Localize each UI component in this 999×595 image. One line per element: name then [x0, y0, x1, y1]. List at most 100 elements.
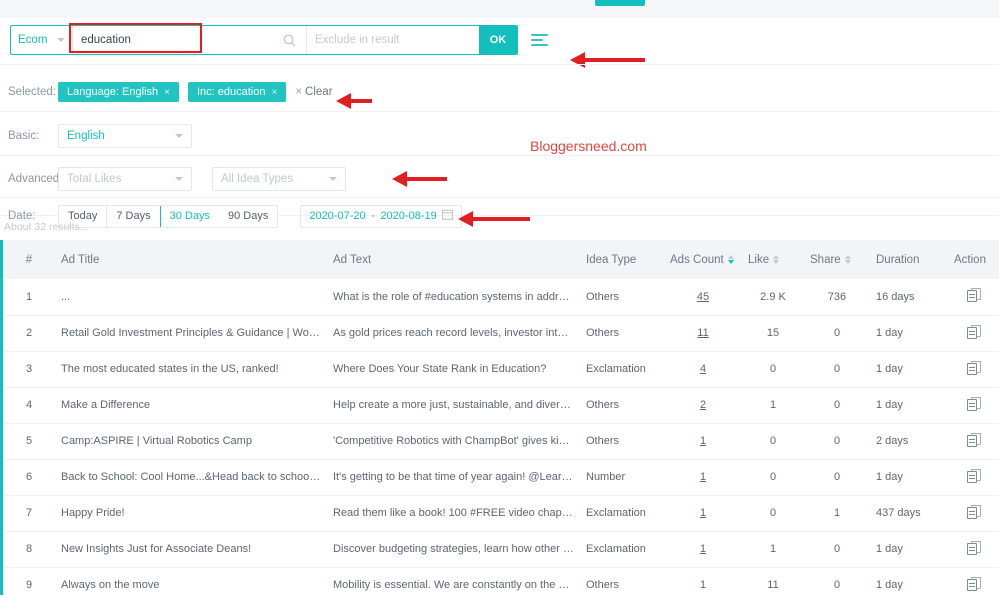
table-row[interactable]: 1... What is the role of #education syste… [3, 279, 999, 316]
search-icon[interactable] [273, 26, 307, 54]
ad-title[interactable]: Retail Gold Investment Principles & Guid… [55, 315, 327, 352]
ad-title[interactable]: Happy Pride! [55, 495, 327, 532]
clear-filters-button[interactable]: × Clear [295, 86, 332, 98]
duration: 2 days [870, 423, 948, 460]
ad-title[interactable]: Always on the move [55, 567, 327, 595]
ads-count[interactable]: 4 [664, 351, 742, 388]
ads-count[interactable]: 45 [664, 279, 742, 316]
table-row[interactable]: 6 Back to School: Cool Home...&Head back … [3, 459, 999, 496]
copy-icon[interactable] [966, 288, 981, 303]
keyword-input-wrap [69, 23, 273, 54]
duration: 1 day [870, 351, 948, 388]
exclude-input[interactable] [307, 27, 479, 53]
list-view-icon[interactable] [531, 30, 551, 50]
like-count: 11 [742, 567, 804, 595]
like-count: 0 [742, 459, 804, 496]
advanced-row: Advanced: Total Likes All Idea Types [0, 161, 999, 197]
ad-title[interactable]: Make a Difference [55, 387, 327, 424]
ad-title[interactable]: ... [55, 279, 327, 316]
ecom-type-select[interactable]: Ecom [11, 26, 73, 54]
table-row[interactable]: 9 Always on the move Mobility is essential… [3, 567, 999, 595]
filter-tag-language[interactable]: Language: English × [58, 82, 179, 102]
date-range-picker[interactable]: 2020-07-20 - 2020-08-19 [300, 204, 463, 228]
ads-count[interactable]: 2 [664, 387, 742, 424]
search-input[interactable] [73, 27, 273, 53]
col-header-ads-count[interactable]: Ads Count [664, 240, 742, 279]
date-preset-7days[interactable]: 7 Days [107, 205, 161, 227]
ads-count[interactable]: 1 [664, 531, 742, 568]
ads-count[interactable]: 1 [664, 459, 742, 496]
table-row[interactable]: 2 Retail Gold Investment Principles & Gui… [3, 315, 999, 352]
copy-icon[interactable] [966, 576, 981, 591]
row-number: 3 [3, 351, 55, 388]
ads-count[interactable]: 1 [664, 495, 742, 532]
language-select[interactable]: English [58, 123, 192, 148]
ad-title[interactable]: The most educated states in the US, rank… [55, 351, 327, 388]
filter-tag-include[interactable]: Inc: education × [187, 82, 287, 102]
close-icon[interactable]: × [164, 87, 170, 98]
sort-icon-like[interactable] [773, 254, 780, 264]
col-header-num: # [3, 240, 55, 279]
table-row[interactable]: 5 Camp:ASPIRE | Virtual Robotics Camp 'Com… [3, 423, 999, 460]
like-count: 0 [742, 423, 804, 460]
copy-icon[interactable] [966, 396, 981, 411]
ads-count-value[interactable]: 2 [700, 399, 706, 411]
copy-icon[interactable] [966, 360, 981, 375]
action-cell [948, 387, 999, 424]
table-row[interactable]: 3 The most educated states in the US, ran… [3, 351, 999, 388]
ads-count[interactable]: 1 [664, 423, 742, 460]
idea-type: Others [580, 315, 664, 352]
results-table: # Ad Title Ad Text Idea Type Ads Count L… [3, 240, 999, 595]
ads-count-value[interactable]: 1 [700, 543, 706, 555]
table-body: 1... What is the role of #education syste… [3, 279, 999, 595]
ad-title[interactable]: Camp:ASPIRE | Virtual Robotics Camp [55, 423, 327, 460]
ad-title[interactable]: Back to School: Cool Home...&Head back t… [55, 459, 327, 496]
close-icon[interactable]: × [271, 87, 277, 98]
col-header-idea-type: Idea Type [580, 240, 664, 279]
ads-count-value[interactable]: 45 [697, 291, 709, 303]
ads-count[interactable]: 11 [664, 315, 742, 352]
divider-3 [0, 155, 999, 156]
ads-count[interactable]: 1 [664, 567, 742, 595]
sort-icon-share[interactable] [844, 254, 851, 264]
table-row[interactable]: 4 Make a Difference Help create a more jus… [3, 387, 999, 424]
ad-text: Mobility is essential. We are constantly… [327, 567, 580, 595]
date-row: Date: Today 7 Days 30 Days 90 Days 2020-… [0, 200, 999, 232]
table-row[interactable]: 7 Happy Pride! Read them like a book! 100 … [3, 495, 999, 532]
ads-count-value[interactable]: 11 [697, 327, 708, 339]
share-count: 1 [804, 495, 870, 532]
date-range-end: 2020-08-19 [380, 210, 437, 222]
ad-title[interactable]: New Insights Just for Associate Deans! [55, 531, 327, 568]
col-header-like[interactable]: Like [742, 240, 804, 279]
ok-button[interactable]: OK [479, 26, 517, 54]
like-count: 2.9 K [742, 279, 804, 316]
copy-icon[interactable] [966, 504, 981, 519]
advanced-label: Advanced: [8, 173, 63, 185]
sort-metric-value: Total Likes [67, 173, 122, 185]
idea-type-select[interactable]: All Idea Types [212, 167, 346, 191]
ads-count-value[interactable]: 1 [700, 435, 706, 447]
row-number: 4 [3, 387, 55, 424]
copy-icon[interactable] [966, 432, 981, 447]
copy-icon[interactable] [966, 324, 981, 339]
duration: 1 day [870, 531, 948, 568]
ads-count-value[interactable]: 4 [700, 363, 706, 375]
like-count: 0 [742, 351, 804, 388]
ads-count-value[interactable]: 1 [700, 507, 706, 519]
action-cell [948, 567, 999, 595]
language-select-value: English [67, 129, 105, 142]
duration: 1 day [870, 567, 948, 595]
copy-icon[interactable] [966, 540, 981, 555]
duration: 1 day [870, 315, 948, 352]
copy-icon[interactable] [966, 468, 981, 483]
sort-metric-select[interactable]: Total Likes [58, 167, 192, 191]
filter-tag-language-text: Language: English [67, 86, 159, 98]
col-header-like-label: Like [748, 253, 770, 266]
ads-count-value[interactable]: 1 [700, 471, 706, 483]
date-preset-90days[interactable]: 90 Days [218, 205, 278, 227]
idea-type: Others [580, 567, 664, 595]
col-header-share[interactable]: Share [804, 240, 870, 279]
date-preset-30days[interactable]: 30 Days [159, 205, 220, 227]
table-row[interactable]: 8 New Insights Just for Associate Deans! D… [3, 531, 999, 568]
sort-icon-ads-count[interactable] [727, 254, 734, 264]
